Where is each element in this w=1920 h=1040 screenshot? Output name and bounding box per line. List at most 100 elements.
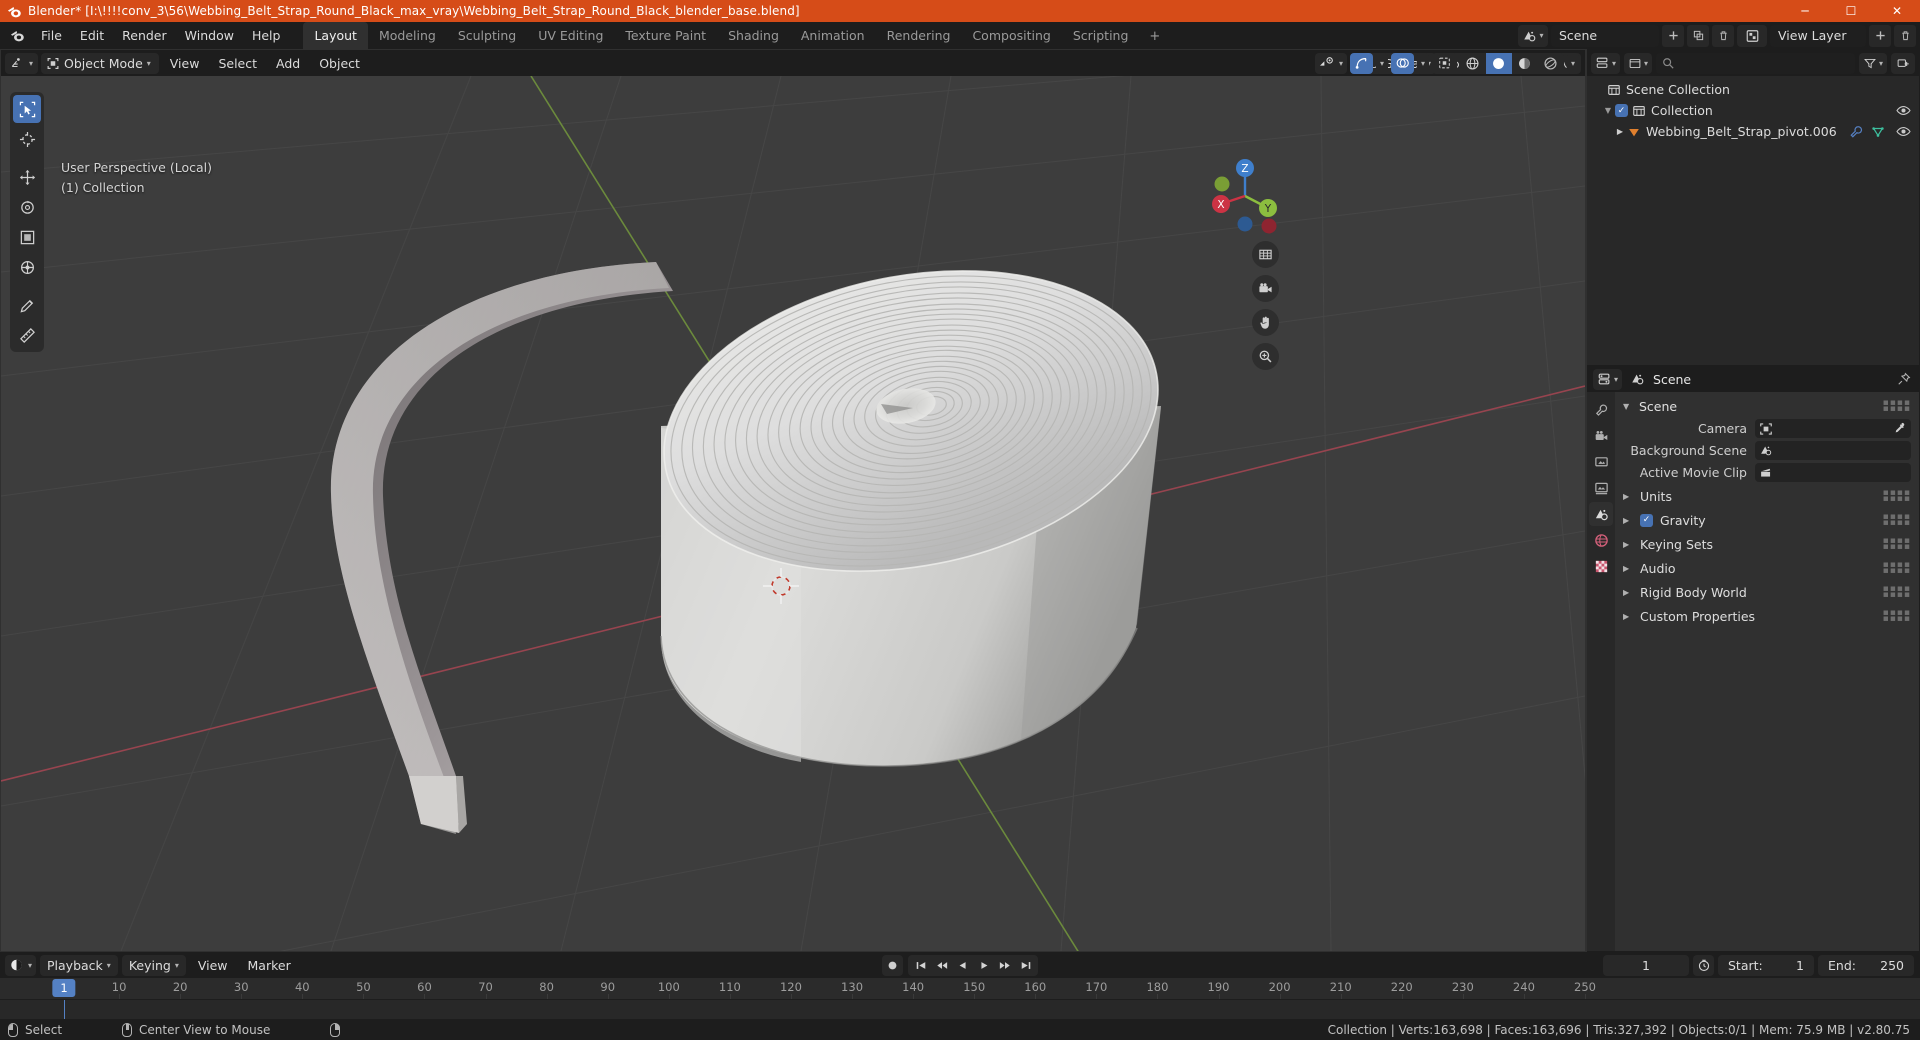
use-preview-range-button[interactable] (1693, 954, 1714, 976)
pan-view-icon[interactable] (1252, 309, 1279, 336)
new-scene-button[interactable] (1662, 24, 1684, 47)
tab-texture[interactable] (1589, 554, 1613, 578)
scene-name-field[interactable]: Scene (1551, 24, 1659, 47)
tab-scripting[interactable]: Scripting (1062, 22, 1140, 49)
tab-uv-editing[interactable]: UV Editing (527, 22, 614, 49)
interaction-mode-selector[interactable]: Object Mode ▾ (41, 52, 159, 74)
tab-tool[interactable] (1589, 398, 1613, 422)
outliner-display-mode-selector[interactable]: ▾ (1624, 52, 1653, 74)
outliner-new-collection-button[interactable] (1891, 52, 1915, 74)
gizmo-options-dropdown[interactable]: ▾ (1375, 52, 1388, 74)
tab-world[interactable] (1589, 528, 1613, 552)
add-workspace-button[interactable]: + (1139, 24, 1170, 49)
jump-to-end-button[interactable] (1015, 955, 1036, 976)
panel-gravity[interactable]: ▶ ✓ Gravity ▪▪▪▪ ▪▪▪▪ (1615, 509, 1919, 531)
current-frame-field[interactable]: 1 (1603, 954, 1689, 976)
viewport-menu-add[interactable]: Add (268, 53, 308, 74)
editor-type-selector[interactable]: ▾ (5, 52, 39, 74)
transform-tool[interactable] (13, 253, 41, 281)
scene-browse-icon[interactable]: ▾ (1518, 24, 1548, 47)
remove-view-layer-button[interactable] (1894, 24, 1916, 47)
collection-enable-checkbox[interactable]: ✓ (1615, 104, 1628, 117)
camera-field[interactable] (1755, 419, 1911, 438)
disclosure-triangle-icon[interactable]: ▼ (1623, 402, 1633, 411)
gizmo-toggle[interactable] (1349, 52, 1373, 74)
eyedropper-icon[interactable] (1893, 422, 1906, 435)
tab-render[interactable] (1589, 424, 1613, 448)
scale-tool[interactable] (13, 223, 41, 251)
outliner-row-scene-collection[interactable]: Scene Collection (1587, 79, 1919, 100)
disclosure-triangle-icon[interactable]: ▶ (1623, 540, 1633, 549)
play-reverse-button[interactable] (952, 955, 973, 976)
viewport-menu-view[interactable]: View (162, 53, 208, 74)
outliner-filter-button[interactable]: ▾ (1858, 52, 1887, 74)
menu-render[interactable]: Render (113, 25, 176, 46)
viewport-menu-select[interactable]: Select (210, 53, 265, 74)
shading-rendered-button[interactable] (1538, 53, 1564, 74)
maximize-button[interactable]: ☐ (1828, 0, 1874, 22)
panel-keying-sets[interactable]: ▶ Keying Sets ▪▪▪▪ ▪▪▪▪ (1615, 533, 1919, 555)
tab-rendering[interactable]: Rendering (876, 22, 962, 49)
menu-edit[interactable]: Edit (71, 25, 113, 46)
measure-tool[interactable] (13, 321, 41, 349)
visibility-eye-icon[interactable] (1896, 104, 1911, 117)
timeline-menu-marker[interactable]: Marker (240, 955, 299, 976)
tab-view-layer[interactable] (1589, 476, 1613, 500)
tab-modeling[interactable]: Modeling (368, 22, 447, 49)
menu-file[interactable]: File (32, 25, 71, 46)
rotate-tool[interactable] (13, 193, 41, 221)
timeline-menu-keying[interactable]: Keying ▾ (121, 954, 186, 976)
xray-toggle[interactable] (1431, 52, 1457, 74)
outliner-row-collection[interactable]: ▼ ✓ Collection (1587, 100, 1919, 121)
shading-solid-button[interactable] (1485, 52, 1512, 74)
tab-animation[interactable]: Animation (790, 22, 876, 49)
menu-window[interactable]: Window (176, 25, 243, 46)
auto-keyframe-button[interactable] (882, 954, 903, 976)
delete-scene-button[interactable] (1712, 24, 1734, 47)
start-frame-field[interactable]: Start: 1 (1718, 954, 1814, 976)
modifier-wrench-icon[interactable] (1849, 125, 1863, 139)
tab-texture-paint[interactable]: Texture Paint (614, 22, 717, 49)
mesh-data-icon[interactable] (1871, 125, 1885, 139)
blender-logo-icon[interactable] (6, 26, 28, 46)
view-layer-name-field[interactable]: View Layer (1770, 24, 1866, 47)
new-view-layer-button[interactable] (1869, 24, 1891, 47)
shading-wireframe-button[interactable] (1460, 53, 1486, 74)
tab-sculpting[interactable]: Sculpting (447, 22, 527, 49)
timeline-menu-view[interactable]: View (190, 955, 236, 976)
play-button[interactable] (973, 955, 994, 976)
disclosure-triangle-icon[interactable]: ▶ (1613, 127, 1627, 136)
menu-help[interactable]: Help (243, 25, 290, 46)
overlays-toggle[interactable] (1390, 52, 1414, 74)
active-movie-clip-field[interactable] (1755, 463, 1911, 482)
disclosure-triangle-icon[interactable]: ▶ (1623, 588, 1633, 597)
toggle-camera-perspective-icon[interactable] (1252, 241, 1279, 268)
annotate-tool[interactable] (13, 291, 41, 319)
zoom-view-icon[interactable] (1252, 343, 1279, 370)
visibility-eye-icon[interactable] (1896, 125, 1911, 138)
visibility-selector[interactable]: ▾ (1314, 52, 1347, 74)
end-frame-field[interactable]: End: 250 (1818, 954, 1914, 976)
outliner-search-input[interactable] (1656, 52, 1855, 74)
tab-scene[interactable] (1589, 502, 1613, 526)
camera-view-icon[interactable] (1252, 275, 1279, 302)
cursor-tool[interactable] (13, 125, 41, 153)
gravity-checkbox[interactable]: ✓ (1640, 513, 1653, 527)
copy-scene-button[interactable] (1687, 24, 1709, 47)
panel-units[interactable]: ▶ Units ▪▪▪▪ ▪▪▪▪ (1615, 485, 1919, 507)
panel-rigid-body-world[interactable]: ▶ Rigid Body World ▪▪▪▪ ▪▪▪▪ (1615, 581, 1919, 603)
timeline-track-area[interactable] (0, 1000, 1920, 1019)
tab-compositing[interactable]: Compositing (961, 22, 1061, 49)
view-layer-icon[interactable] (1737, 24, 1767, 47)
tab-output[interactable] (1589, 450, 1613, 474)
viewport-3d-canvas[interactable]: User Perspective (Local) (1) Collection (1, 76, 1585, 951)
timeline-editor-type-selector[interactable]: ▾ (5, 954, 37, 976)
tab-layout[interactable]: Layout (303, 22, 368, 49)
background-scene-field[interactable] (1755, 441, 1911, 460)
previous-keyframe-button[interactable] (931, 955, 952, 976)
minimize-button[interactable]: ─ (1782, 0, 1828, 22)
timeline-ruler[interactable]: 10 20 30 40 50 60 70 80 90 100 110 120 130 140 150 160 1… (0, 978, 1920, 1000)
tab-shading[interactable]: Shading (717, 22, 790, 49)
jump-to-start-button[interactable] (910, 955, 931, 976)
panel-custom-properties[interactable]: ▶ Custom Properties ▪▪▪▪ ▪▪▪▪ (1615, 605, 1919, 627)
